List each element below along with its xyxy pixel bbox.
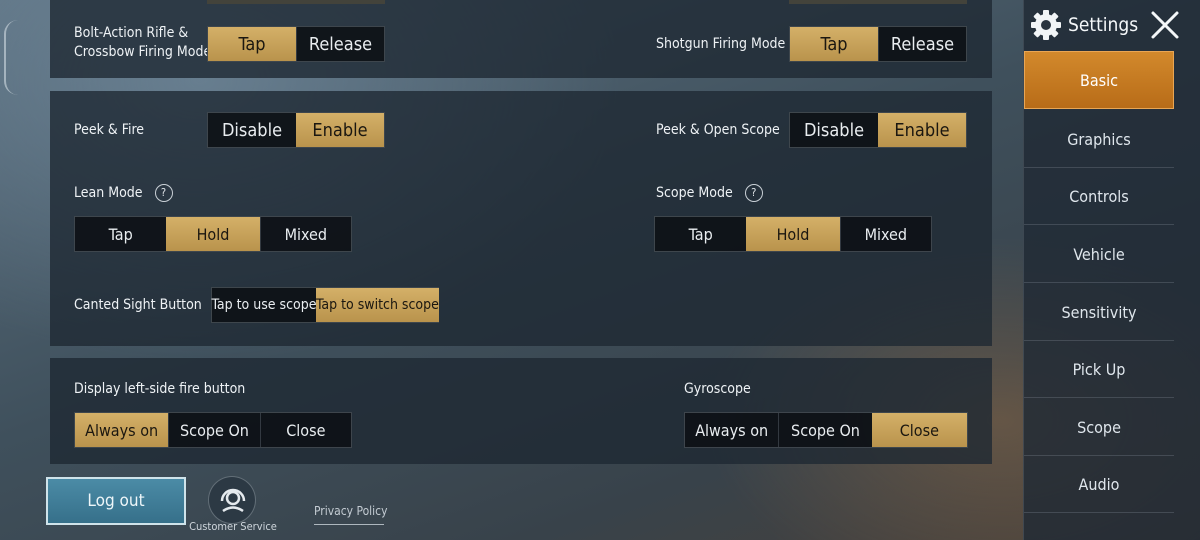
shotgun-firing-mode-toggle[interactable]: Tap Release: [789, 26, 967, 62]
left-fire-always-on-option[interactable]: Always on: [75, 413, 169, 447]
bolt-action-label-line2: Crossbow Firing Mode: [74, 44, 212, 60]
scope-mixed-option[interactable]: Mixed: [839, 217, 931, 251]
logout-button[interactable]: Log out: [46, 477, 186, 525]
lean-mode-help-icon[interactable]: ?: [154, 184, 173, 202]
privacy-policy-link[interactable]: Privacy Policy: [314, 504, 388, 525]
scope-hold-option[interactable]: Hold: [746, 217, 840, 251]
scope-mode-label-row: Scope Mode?: [656, 183, 763, 203]
peek-fire-toggle[interactable]: Disable Enable: [207, 112, 385, 148]
firing-mode-panel: Bolt-Action Rifle & Crossbow Firing Mode…: [50, 0, 992, 78]
canted-sight-toggle[interactable]: Tap to use scope Tap to switch scope: [211, 287, 439, 323]
gyroscope-toggle[interactable]: Always on Scope On Close: [684, 412, 968, 448]
left-fire-button-label: Display left-side fire button: [74, 381, 246, 397]
fire-button-panel: Display left-side fire button Always on …: [50, 358, 992, 464]
left-fire-scope-on-option[interactable]: Scope On: [168, 413, 259, 447]
lean-mode-toggle[interactable]: Tap Hold Mixed: [74, 216, 352, 252]
lean-mode-label: Lean Mode: [74, 185, 143, 201]
nav-audio[interactable]: Audio: [1024, 456, 1174, 513]
bolt-action-label: Bolt-Action Rifle & Crossbow Firing Mode: [74, 24, 211, 62]
bolt-action-release-option[interactable]: Release: [296, 27, 384, 61]
tap-to-switch-scope-option[interactable]: Tap to switch scope: [316, 288, 439, 322]
settings-title: Settings: [1068, 14, 1139, 36]
peek-scope-enable-option[interactable]: Enable: [878, 113, 966, 147]
headset-icon: [208, 476, 256, 524]
gyro-scope-on-option[interactable]: Scope On: [778, 413, 871, 447]
nav-graphics[interactable]: Graphics: [1024, 111, 1174, 168]
shotgun-tap-option[interactable]: Tap: [790, 27, 878, 61]
peek-fire-disable-option[interactable]: Disable: [208, 113, 296, 147]
peek-open-scope-toggle[interactable]: Disable Enable: [789, 112, 967, 148]
lean-hold-option[interactable]: Hold: [166, 217, 260, 251]
nav-pick-up[interactable]: Pick Up: [1024, 341, 1174, 398]
scope-mode-label: Scope Mode: [656, 185, 733, 201]
nav-vehicle[interactable]: Vehicle: [1024, 226, 1174, 283]
lean-tap-option[interactable]: Tap: [75, 217, 166, 251]
peek-fire-label: Peek & Fire: [74, 122, 145, 138]
customer-service-button[interactable]: Customer Service: [188, 476, 278, 536]
scope-mode-toggle[interactable]: Tap Hold Mixed: [654, 216, 932, 252]
bolt-action-label-line1: Bolt-Action Rifle &: [74, 25, 189, 41]
nav-sensitivity[interactable]: Sensitivity: [1024, 284, 1174, 341]
peek-lean-panel: Peek & Fire Disable Enable Peek & Open S…: [50, 91, 992, 346]
shotgun-firing-mode-label: Shotgun Firing Mode: [656, 36, 786, 52]
bolt-action-tap-option[interactable]: Tap: [208, 27, 296, 61]
settings-header: Settings: [1030, 6, 1195, 44]
left-fire-button-toggle[interactable]: Always on Scope On Close: [74, 412, 352, 448]
bolt-action-firing-mode-toggle[interactable]: Tap Release: [207, 26, 385, 62]
settings-sidebar: Settings Basic Graphics Controls Vehicle…: [1023, 0, 1200, 540]
scope-mode-help-icon[interactable]: ?: [744, 184, 763, 202]
nav-basic[interactable]: Basic: [1024, 51, 1174, 109]
gyro-always-on-option[interactable]: Always on: [685, 413, 778, 447]
peek-open-scope-label: Peek & Open Scope: [656, 122, 780, 138]
customer-service-label: Customer Service: [189, 520, 277, 533]
gyroscope-label: Gyroscope: [684, 381, 751, 397]
peek-fire-enable-option[interactable]: Enable: [296, 113, 384, 147]
scope-tap-option[interactable]: Tap: [655, 217, 746, 251]
shotgun-release-option[interactable]: Release: [878, 27, 966, 61]
close-icon[interactable]: [1150, 10, 1180, 40]
edge-arc: [4, 20, 20, 95]
nav-scope[interactable]: Scope: [1024, 399, 1174, 456]
peek-scope-disable-option[interactable]: Disable: [790, 113, 878, 147]
lean-mode-label-row: Lean Mode?: [74, 183, 173, 203]
left-fire-close-option[interactable]: Close: [259, 413, 351, 447]
canted-sight-label: Canted Sight Button: [74, 297, 202, 313]
nav-controls[interactable]: Controls: [1024, 168, 1174, 225]
gear-icon: [1030, 9, 1062, 41]
gyro-close-option[interactable]: Close: [871, 413, 967, 447]
lean-mixed-option[interactable]: Mixed: [259, 217, 351, 251]
tap-to-use-scope-option[interactable]: Tap to use scope: [212, 288, 317, 322]
